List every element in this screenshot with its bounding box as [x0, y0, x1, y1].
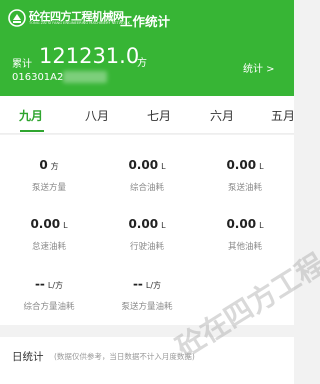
metric-value: 0.00 L [30, 217, 68, 231]
metrics-panel: 0方 泵送方量 0.00 L 综合油耗 0.00 L 泵送油耗 0.00 L 怠速油耗… [0, 135, 294, 325]
device-id: 016301A2 [12, 72, 64, 83]
metric-label: 泵送方量 [31, 183, 66, 193]
tab-august[interactable]: 八月 [85, 107, 109, 124]
header: 砼在四方工程机械网 TONG ZAI SI FANG ENGINEERING M… [0, 0, 294, 96]
tab-june[interactable]: 六月 [210, 107, 234, 124]
metric-total-fuel: 0.00 L 综合油耗 [98, 158, 196, 193]
metric-driving-fuel: 0.00 L 行驶油耗 [98, 217, 196, 252]
metric-pump-volume: 0方 泵送方量 [0, 158, 98, 193]
metric-label: 怠速油耗 [31, 242, 66, 252]
metric-value: -- L/方 [132, 277, 162, 291]
metric-value: 0.00 L [128, 158, 166, 172]
total-unit: 方 [137, 58, 147, 69]
daily-stats-title: 日统计 [12, 351, 44, 363]
metric-label: 泵送方量油耗 [121, 302, 173, 312]
logo-mark-icon [8, 9, 26, 27]
total-value: 121231.0 [39, 44, 140, 68]
metric-label: 综合油耗 [129, 183, 164, 193]
metric-pump-fuel-per-volume: -- L/方 泵送方量油耗 [98, 277, 196, 312]
active-tab-indicator [20, 130, 44, 132]
metric-pump-fuel: 0.00 L 泵送油耗 [196, 158, 294, 193]
metric-other-fuel: 0.00 L 其他油耗 [196, 217, 294, 252]
tab-may[interactable]: 五月 [271, 107, 295, 124]
redacted-device-id [63, 71, 107, 83]
metric-total-fuel-per-volume: -- L/方 综合方量油耗 [0, 277, 98, 312]
tab-july[interactable]: 七月 [147, 107, 171, 124]
total-label: 累计 [12, 59, 32, 70]
metric-label: 其他油耗 [227, 242, 262, 252]
tab-september[interactable]: 九月 [19, 107, 43, 124]
metric-idle-fuel: 0.00 L 怠速油耗 [0, 217, 98, 252]
metric-value: 0方 [39, 158, 59, 172]
metric-label: 行驶油耗 [129, 242, 164, 252]
month-tabs: 九月 八月 七月 六月 五月 [0, 96, 295, 134]
metric-label: 综合方量油耗 [23, 302, 75, 312]
metric-value: 0.00 L [128, 217, 166, 231]
metric-value: 0.00 L [226, 158, 264, 172]
metric-label: 泵送油耗 [227, 183, 262, 193]
page-title: 工作统计 [120, 14, 171, 29]
metric-value: -- L/方 [34, 277, 64, 291]
daily-stats-section: 日统计 (数据仅供参考，当日数据不计入月度数据) [0, 337, 294, 384]
brand-logo: 砼在四方工程机械网 TONG ZAI SI FANG ENGINEERING M… [8, 8, 130, 30]
logo-subtext: TONG ZAI SI FANG ENGINEERING MACHINERY N… [29, 21, 130, 25]
metric-value: 0.00 L [226, 217, 264, 231]
stats-link[interactable]: 统计 > [243, 60, 275, 75]
daily-stats-note: (数据仅供参考，当日数据不计入月度数据) [54, 352, 195, 361]
